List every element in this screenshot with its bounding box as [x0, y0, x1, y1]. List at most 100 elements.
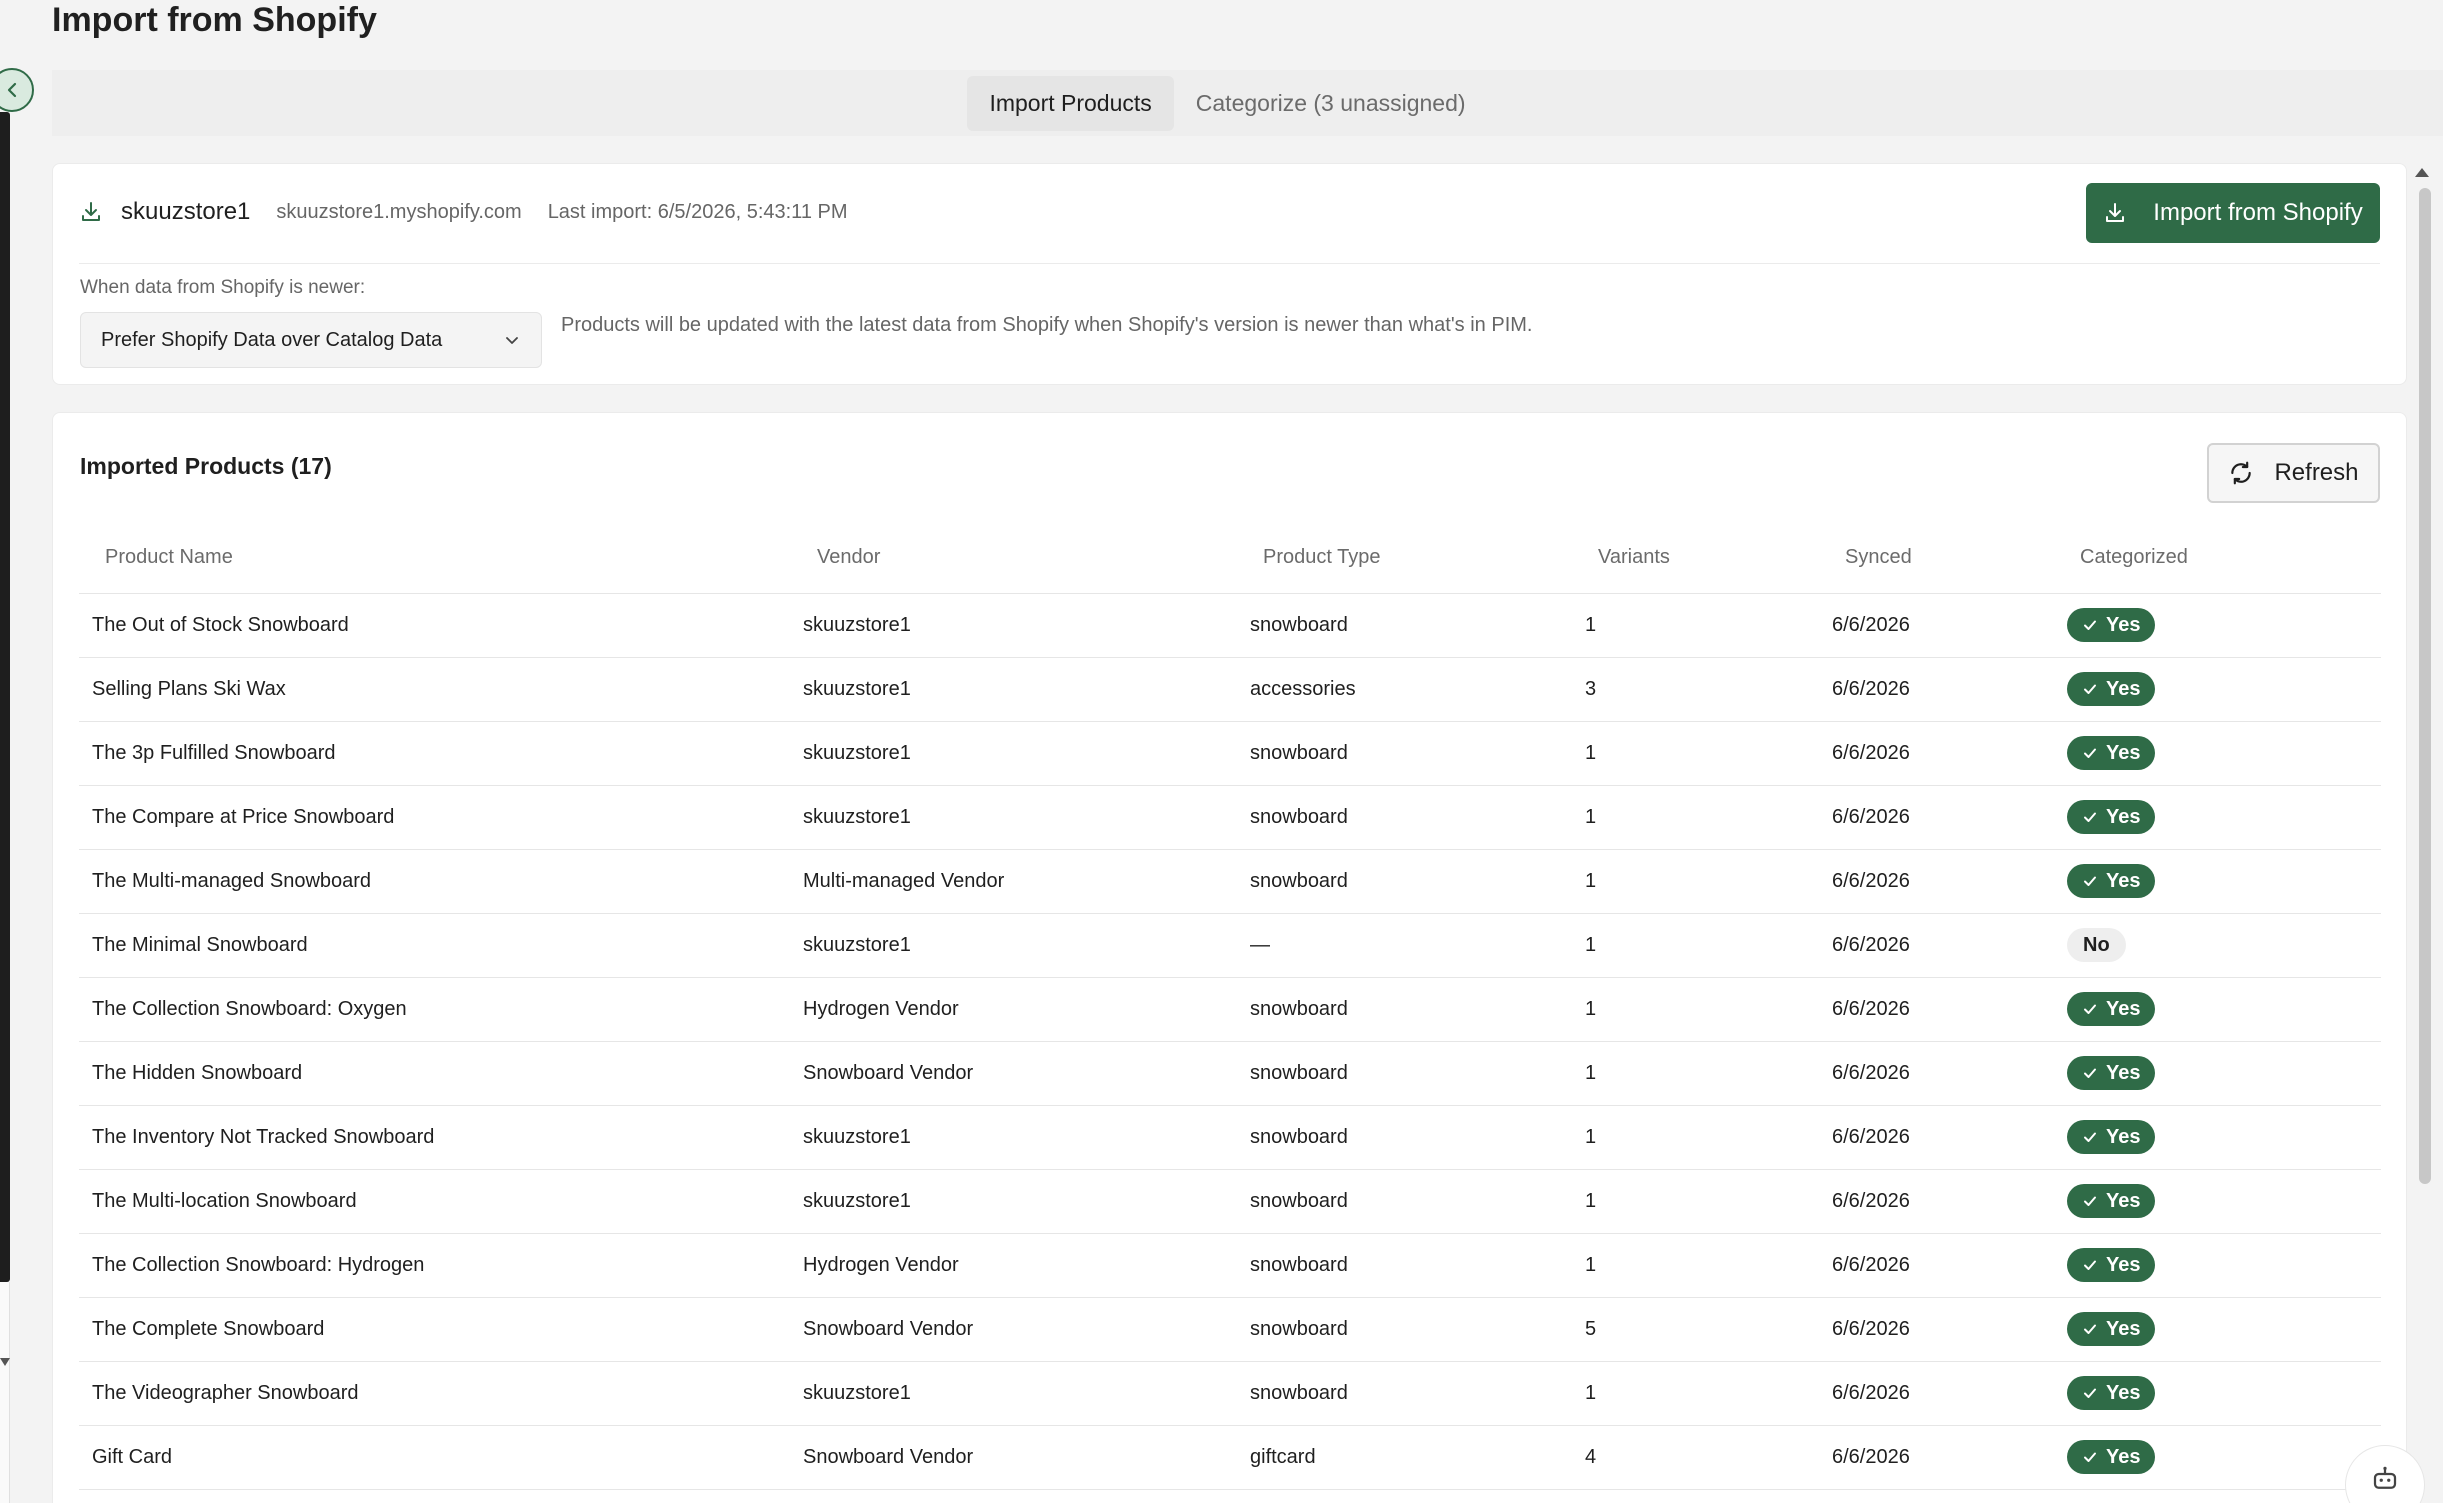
column-header-product-type[interactable]: Product Type [1250, 523, 1585, 594]
categorized-badge: Yes [2067, 992, 2156, 1026]
vendor-cell: skuuzstore1 [803, 1169, 1250, 1234]
last-import-timestamp: Last import: 6/5/2026, 5:43:11 PM [547, 200, 848, 223]
sidebar-collapse-button[interactable] [0, 68, 34, 112]
synced-cell: 6/6/2026 [1832, 657, 2067, 722]
categorized-badge: Yes [2067, 1184, 2156, 1218]
shopify-connection-card: skuuzstore1 skuuzstore1.myshopify.com La… [52, 163, 2407, 385]
product-type-cell: snowboard [1250, 721, 1585, 786]
vendor-cell: Snowboard Vendor [803, 1297, 1250, 1362]
table-row[interactable]: The Collection Snowboard: Hydrogen Hydrog… [79, 1233, 2381, 1298]
product-name-cell: The Multi-location Snowboard [79, 1169, 803, 1234]
product-type-cell: snowboard [1250, 849, 1585, 914]
product-name-cell: The Hidden Snowboard [79, 1041, 803, 1106]
table-row[interactable]: The Complete Snowboard Snowboard Vendor sn… [79, 1297, 2381, 1362]
page-title: Import from Shopify [52, 1, 377, 39]
synced-cell: 6/6/2026 [1832, 1105, 2067, 1170]
table-row[interactable]: The Multi-location Snowboard skuuzstore1 s… [79, 1169, 2381, 1234]
categorized-badge: No [2067, 928, 2126, 962]
categorized-cell: Yes [2067, 1425, 2381, 1490]
store-name: skuuzstore1 [121, 198, 251, 225]
check-icon [2084, 1260, 2096, 1270]
conflict-policy-help: Products will be updated with the latest… [561, 314, 1533, 336]
robot-icon [2373, 1466, 2397, 1489]
categorized-badge: Yes [2067, 864, 2156, 898]
variants-cell: 5 [1585, 1297, 1832, 1362]
table-row[interactable]: The Out of Stock Snowboard skuuzstore1 sno… [79, 593, 2381, 658]
check-icon [2084, 684, 2096, 694]
table-row[interactable]: The Collection Snowboard: Oxygen Hydrogen… [79, 977, 2381, 1042]
categorized-cell: No [2067, 913, 2381, 978]
tab-categorize[interactable]: Categorize (3 unassigned) [1174, 76, 1488, 131]
variants-cell: 1 [1585, 849, 1832, 914]
variants-cell: 1 [1585, 1041, 1832, 1106]
table-row[interactable]: The Inventory Not Tracked Snowboard skuuz… [79, 1105, 2381, 1170]
categorized-badge-label: No [2083, 933, 2110, 956]
column-header-variants[interactable]: Variants [1585, 523, 1832, 594]
variants-cell: 4 [1585, 1425, 1832, 1490]
categorized-badge: Yes [2067, 672, 2156, 706]
table-row[interactable]: The Multi-managed Snowboard Multi-managed… [79, 849, 2381, 914]
product-name-cell: The Collection Snowboard: Hydrogen [79, 1233, 803, 1298]
product-name-cell: The Complete Snowboard [79, 1297, 803, 1362]
product-name-cell: The 3p Fulfilled Snowboard [79, 721, 803, 786]
check-icon [2084, 1004, 2096, 1014]
table-row[interactable]: The Minimal Snowboard skuuzstore1—1 6/6/20… [79, 913, 2381, 978]
categorized-badge-label: Yes [2106, 1125, 2141, 1148]
table-row[interactable]: Gift Card Snowboard Vendor giftcard 4 6/6/20… [79, 1425, 2381, 1490]
variants-cell: 1 [1585, 1169, 1832, 1234]
variants-cell: 1 [1585, 977, 1832, 1042]
categorized-cell: Yes [2067, 1105, 2381, 1170]
conflict-policy-value: Prefer Shopify Data over Catalog Data [101, 328, 443, 351]
vendor-cell: skuuzstore1 [803, 721, 1250, 786]
table-row[interactable]: The Hidden Snowboard Snowboard Vendor snow… [79, 1041, 2381, 1106]
categorized-badge-label: Yes [2106, 741, 2141, 764]
categorized-cell: Yes [2067, 1297, 2381, 1362]
column-header-vendor[interactable]: Vendor [803, 523, 1250, 594]
tab-import-products[interactable]: Import Products [967, 75, 1174, 131]
scrollbar-thumb[interactable] [2419, 188, 2431, 1184]
scroll-up-arrow-icon[interactable] [2415, 168, 2429, 177]
synced-cell: 6/6/2026 [1832, 913, 2067, 978]
table-row[interactable]: The 3p Fulfilled Snowboard skuuzstore1 sno… [79, 721, 2381, 786]
table-row[interactable]: Selling Plans Ski Wax skuuzstore1 accessor… [79, 657, 2381, 722]
categorized-badge-label: Yes [2106, 1189, 2141, 1212]
download-icon [2106, 203, 2125, 222]
categorized-cell: Yes [2067, 785, 2381, 850]
synced-cell: 6/6/2026 [1832, 977, 2067, 1042]
categorized-cell: Yes [2067, 657, 2381, 722]
categorized-cell: Yes [2067, 849, 2381, 914]
imported-products-title: Imported Products (17) [80, 453, 332, 479]
categorized-badge-label: Yes [2106, 1061, 2141, 1084]
check-icon [2084, 1452, 2096, 1462]
import-button-label: Import from Shopify [2153, 199, 2363, 226]
categorized-badge-label: Yes [2106, 1253, 2141, 1276]
chevron-left-icon [7, 82, 17, 98]
column-header-categorized[interactable]: Categorized [2067, 523, 2381, 594]
categorized-badge-label: Yes [2106, 1445, 2141, 1468]
synced-cell: 6/6/2026 [1832, 1297, 2067, 1362]
refresh-icon [2231, 461, 2252, 485]
divider [79, 263, 2380, 264]
product-name-cell: The Videographer Snowboard [79, 1361, 803, 1426]
column-header-product-name[interactable]: Product Name [79, 523, 803, 594]
vendor-cell: Snowboard Vendor [803, 1041, 1250, 1106]
sidebar-scroll-arrow-icon[interactable] [0, 1358, 10, 1366]
refresh-button[interactable]: Refresh [2207, 443, 2380, 503]
import-from-shopify-button[interactable]: Import from Shopify [2086, 183, 2380, 243]
table-row[interactable]: The Compare at Price Snowboard skuuzstore… [79, 785, 2381, 850]
product-name-cell: The Multi-managed Snowboard [79, 849, 803, 914]
synced-cell: 6/6/2026 [1832, 593, 2067, 658]
categorized-cell: Yes [2067, 977, 2381, 1042]
categorized-cell: Yes [2067, 1361, 2381, 1426]
categorized-cell: Yes [2067, 721, 2381, 786]
vendor-cell: skuuzstore1 [803, 1361, 1250, 1426]
table-row[interactable]: The Videographer Snowboard skuuzstore1 sno… [79, 1361, 2381, 1426]
check-icon [2084, 1196, 2096, 1206]
check-icon [2084, 748, 2096, 758]
conflict-policy-select[interactable]: Prefer Shopify Data over Catalog Data [80, 312, 542, 368]
column-header-synced[interactable]: Synced [1832, 523, 2067, 594]
synced-cell: 6/6/2026 [1832, 721, 2067, 786]
check-icon [2084, 1324, 2096, 1334]
categorized-badge: Yes [2067, 800, 2156, 834]
product-type-cell: snowboard [1250, 1169, 1585, 1234]
